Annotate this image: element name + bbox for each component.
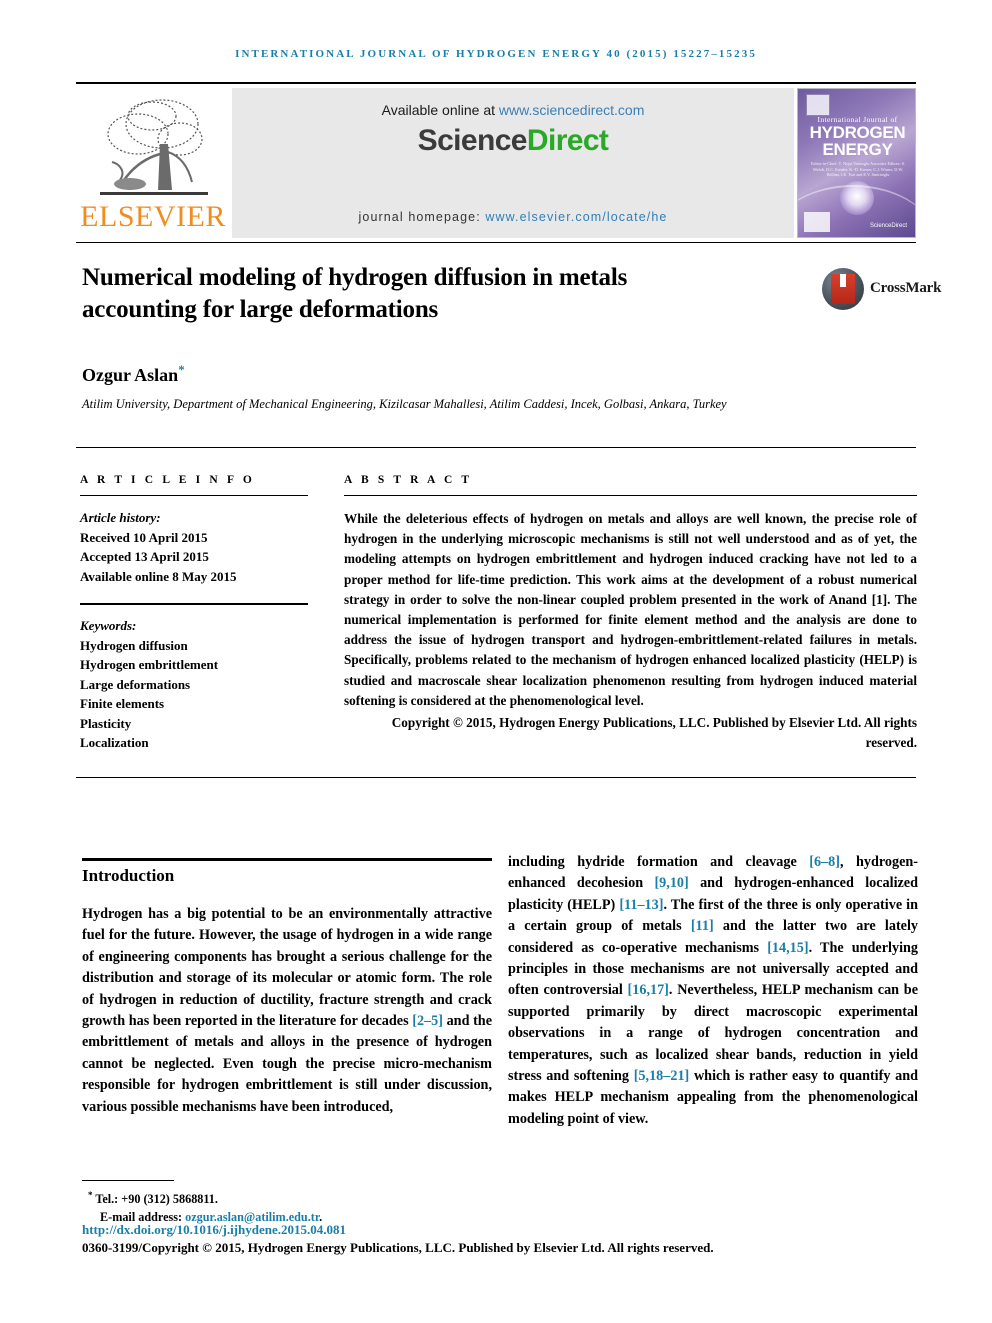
article-info-rule	[80, 495, 308, 496]
elsevier-logo: ELSEVIER	[76, 88, 228, 238]
sciencedirect-logo[interactable]: ScienceDirect	[232, 124, 794, 158]
article-info-column: A R T I C L E I N F O Article history: R…	[80, 474, 308, 753]
page-title: Numerical modeling of hydrogen diffusion…	[82, 264, 628, 323]
available-online-line: Available online at www.sciencedirect.co…	[232, 102, 794, 118]
cover-title: HYDROGEN ENERGY	[798, 124, 915, 159]
journal-homepage-prefix: journal homepage:	[358, 210, 486, 224]
cover-title-line2: ENERGY	[822, 140, 893, 159]
keywords-heading: Keywords:	[80, 618, 137, 633]
available-online-prefix: Available online at	[381, 102, 499, 118]
author-name-text: Ozgur Aslan	[82, 365, 179, 385]
keyword-item: Localization	[80, 735, 149, 750]
article-first-page: International Journal of Hydrogen Energy…	[0, 0, 992, 1323]
journal-homepage-url[interactable]: www.elsevier.com/locate/he	[485, 210, 667, 224]
running-head: International Journal of Hydrogen Energy…	[235, 48, 757, 60]
elsevier-tree-icon	[90, 94, 215, 204]
crossmark-book-icon	[831, 274, 855, 304]
elsevier-wordmark: ELSEVIER	[80, 200, 226, 233]
keyword-item: Hydrogen embrittlement	[80, 657, 219, 672]
journal-homepage-line: journal homepage: www.elsevier.com/locat…	[232, 210, 794, 224]
footnote-rule	[82, 1180, 174, 1181]
keyword-item: Finite elements	[80, 696, 165, 711]
abstract-text: While the deleterious effects of hydroge…	[344, 511, 917, 708]
keyword-item: Large deformations	[80, 676, 191, 692]
author-affiliation: Atilim University, Department of Mechani…	[82, 397, 727, 411]
sciencedirect-logo-science: Science	[417, 124, 528, 157]
article-history-accepted: Accepted 13 April 2015	[80, 549, 209, 564]
cover-sciencedirect-mark: ScienceDirect	[869, 223, 907, 229]
keywords-block: Keywords: Hydrogen diffusion Hydrogen em…	[80, 616, 308, 753]
footnote-block: * Tel.: +90 (312) 5868811. E-mail addres…	[88, 1186, 548, 1226]
author-name: Ozgur Aslan*	[82, 362, 185, 386]
crossmark-label: CrossMark	[870, 280, 942, 296]
intro-text-segment: including hydride formation and cleavage	[508, 854, 810, 870]
citation-link[interactable]: [6–8]	[809, 854, 840, 870]
introduction-paragraph-right: including hydride formation and cleavage…	[508, 852, 918, 1130]
sciencedirect-url[interactable]: www.sciencedirect.com	[499, 102, 645, 118]
citation-link[interactable]: [16,17]	[628, 982, 669, 998]
body-divider	[76, 777, 916, 778]
cover-editors: Editor-in-Chief: T. Nejat Veziroglu Asso…	[810, 161, 906, 177]
keyword-item: Plasticity	[80, 715, 132, 731]
introduction-paragraph-left: Hydrogen has a big potential to be an en…	[82, 904, 492, 1118]
citation-link[interactable]: [11]	[691, 918, 714, 934]
sciencedirect-band: Available online at www.sciencedirect.co…	[232, 88, 794, 238]
introduction-heading: Introduction	[82, 866, 175, 885]
body-left-column: Introduction Hydrogen has a big potentia…	[82, 866, 492, 1118]
journal-cover-thumbnail[interactable]: International Journal of HYDROGEN ENERGY…	[797, 88, 916, 238]
footnote-tel: Tel.: +90 (312) 5868811.	[92, 1192, 218, 1207]
abstract-copyright: Copyright © 2015, Hydrogen Energy Public…	[391, 715, 917, 751]
footnote-tel-line: * Tel.: +90 (312) 5868811.	[88, 1186, 548, 1208]
crossmark-badge[interactable]: CrossMark	[822, 268, 941, 312]
citation-link[interactable]: [2–5]	[412, 1013, 443, 1029]
doi-link[interactable]: http://dx.doi.org/10.1016/j.ijhydene.201…	[82, 1222, 346, 1238]
sciencedirect-logo-direct: Direct	[526, 124, 609, 157]
issn-copyright-line: 0360-3199/Copyright © 2015, Hydrogen Ene…	[82, 1240, 714, 1255]
citation-link[interactable]: [14,15]	[767, 940, 808, 956]
intro-text-part1: Hydrogen has a big potential to be an en…	[82, 906, 492, 1030]
abstract-rule	[344, 495, 917, 496]
introduction-rule	[82, 858, 492, 861]
cover-publisher-mark	[806, 94, 830, 116]
abstract-column: A B S T R A C T While the deleterious ef…	[344, 474, 917, 753]
article-history-online: Available online 8 May 2015	[80, 568, 237, 584]
body-right-column: including hydride formation and cleavage…	[508, 852, 918, 1130]
title-divider	[76, 242, 916, 243]
article-history-heading: Article history:	[80, 510, 161, 525]
citation-link[interactable]: [9,10]	[654, 875, 688, 891]
journal-masthead: ELSEVIER Available online at www.science…	[76, 82, 916, 239]
citation-link[interactable]: [5,18–21]	[634, 1068, 690, 1084]
cover-footer-mark	[804, 212, 830, 232]
info-divider	[76, 447, 916, 448]
keyword-item: Hydrogen diffusion	[80, 637, 188, 653]
article-history-received: Received 10 April 2015	[80, 529, 208, 545]
article-info-heading: A R T I C L E I N F O	[80, 474, 255, 486]
author-footnote-marker[interactable]: *	[178, 362, 185, 377]
article-history-block: Article history: Received 10 April 2015 …	[80, 508, 308, 586]
crossmark-circle-icon	[822, 268, 864, 310]
abstract-heading: A B S T R A C T	[344, 474, 473, 486]
keywords-rule	[80, 603, 308, 605]
citation-link[interactable]: [11–13]	[619, 897, 663, 913]
